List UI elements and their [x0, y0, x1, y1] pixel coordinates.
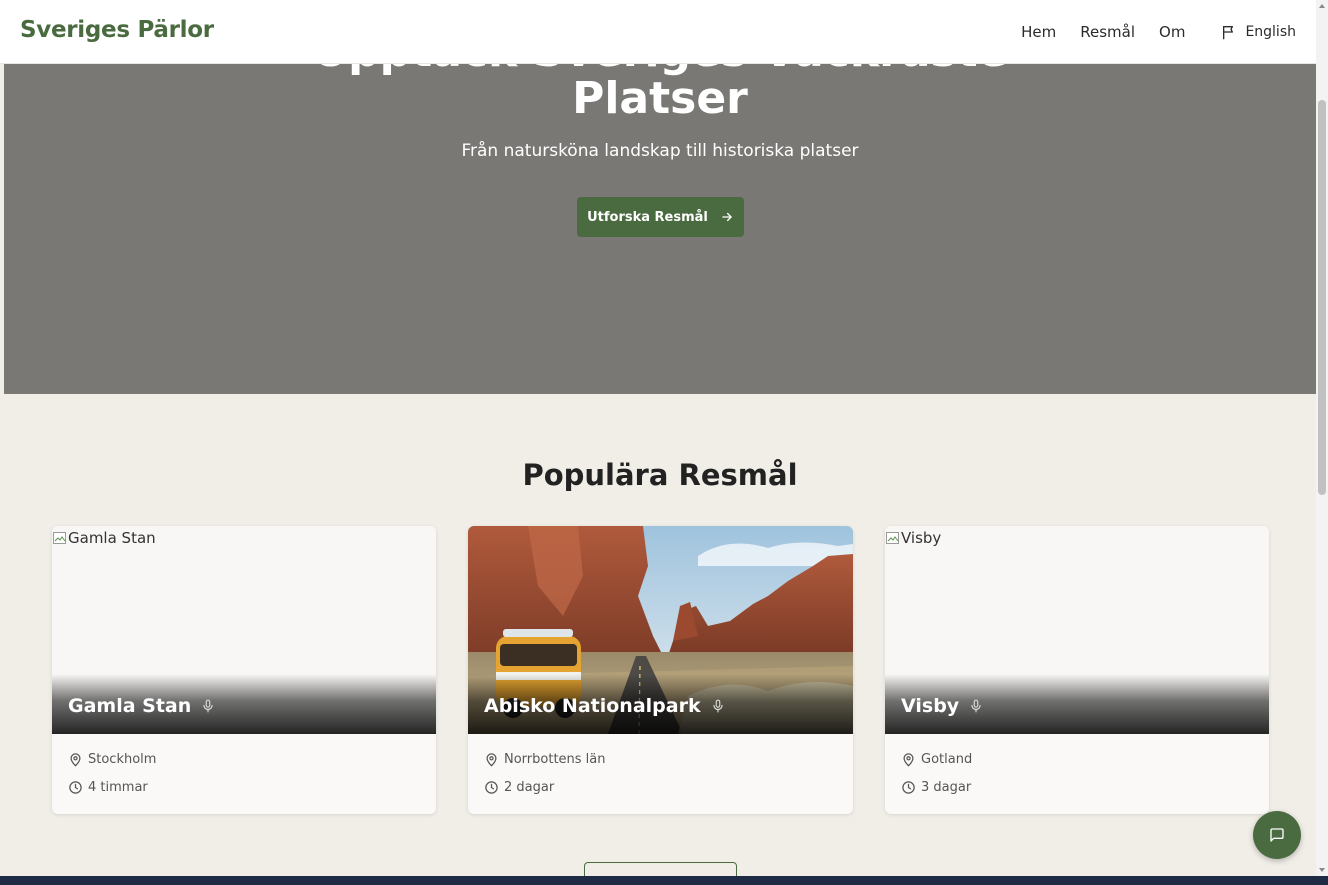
broken-image-alt: Gamla Stan: [52, 529, 156, 547]
explore-destinations-button[interactable]: Utforska Resmål: [577, 197, 744, 237]
clock-icon: [485, 781, 498, 794]
card-duration: 4 timmar: [68, 780, 148, 795]
hero-subtitle: Från natursköna landskap till historiska…: [461, 141, 859, 161]
language-label: English: [1245, 24, 1296, 40]
broken-image-icon: [886, 532, 899, 544]
microphone-icon[interactable]: [711, 698, 725, 714]
language-toggle[interactable]: English: [1221, 24, 1296, 40]
main-nav: Hem Resmål Om English: [1021, 0, 1296, 64]
card-title: Abisko Nationalpark: [484, 695, 725, 717]
card-image: Abisko Nationalpark: [468, 526, 853, 734]
card-title: Gamla Stan: [68, 695, 215, 717]
clock-icon: [902, 781, 915, 794]
card-location: Norrbottens län: [484, 752, 606, 767]
flag-icon: [1223, 26, 1234, 40]
explore-button-label: Utforska Resmål: [587, 209, 708, 225]
map-pin-icon: [70, 753, 81, 767]
card-duration: 2 dagar: [484, 780, 554, 795]
card-location: Gotland: [901, 752, 972, 767]
nav-about[interactable]: Om: [1159, 23, 1185, 41]
nav-destinations[interactable]: Resmål: [1080, 23, 1135, 41]
popular-destinations-title: Populära Resmål: [522, 458, 798, 492]
nav-home[interactable]: Hem: [1021, 23, 1056, 41]
page-scrollbar[interactable]: [1316, 0, 1328, 876]
chat-button[interactable]: [1253, 811, 1301, 859]
map-pin-icon: [486, 753, 497, 767]
map-pin-icon: [903, 753, 914, 767]
taskbar-edge: [0, 876, 1328, 885]
card-image: Gamla Stan Gamla Stan: [52, 526, 436, 734]
message-square-icon: [1270, 828, 1284, 842]
destination-card-gamla-stan[interactable]: Gamla Stan Gamla Stan Stockholm 4 timmar: [52, 526, 436, 814]
card-image: Visby Visby: [885, 526, 1269, 734]
card-location: Stockholm: [68, 752, 156, 767]
broken-image-icon: [53, 532, 66, 544]
destination-card-abisko[interactable]: Abisko Nationalpark Norrbottens län 2 da…: [468, 526, 853, 814]
clock-icon: [69, 781, 82, 794]
hero-title-line2: Platser: [572, 73, 748, 124]
site-header: Sveriges Pärlor Hem Resmål Om English: [0, 0, 1316, 64]
scroll-down-arrow-icon[interactable]: [1319, 868, 1325, 872]
card-title: Visby: [901, 695, 983, 717]
card-duration: 3 dagar: [901, 780, 971, 795]
scrollbar-thumb[interactable]: [1318, 100, 1326, 495]
scroll-up-arrow-icon[interactable]: [1319, 4, 1325, 8]
page-viewport: Upptäck Sveriges Vackraste Platser Från …: [0, 0, 1316, 876]
arrow-right-icon: [722, 212, 732, 222]
microphone-icon[interactable]: [969, 698, 983, 714]
view-all-button[interactable]: [584, 862, 737, 876]
broken-image-alt: Visby: [885, 529, 941, 547]
destination-card-visby[interactable]: Visby Visby Gotland 3 dagar: [885, 526, 1269, 814]
microphone-icon[interactable]: [201, 698, 215, 714]
brand-logo[interactable]: Sveriges Pärlor: [20, 17, 214, 43]
